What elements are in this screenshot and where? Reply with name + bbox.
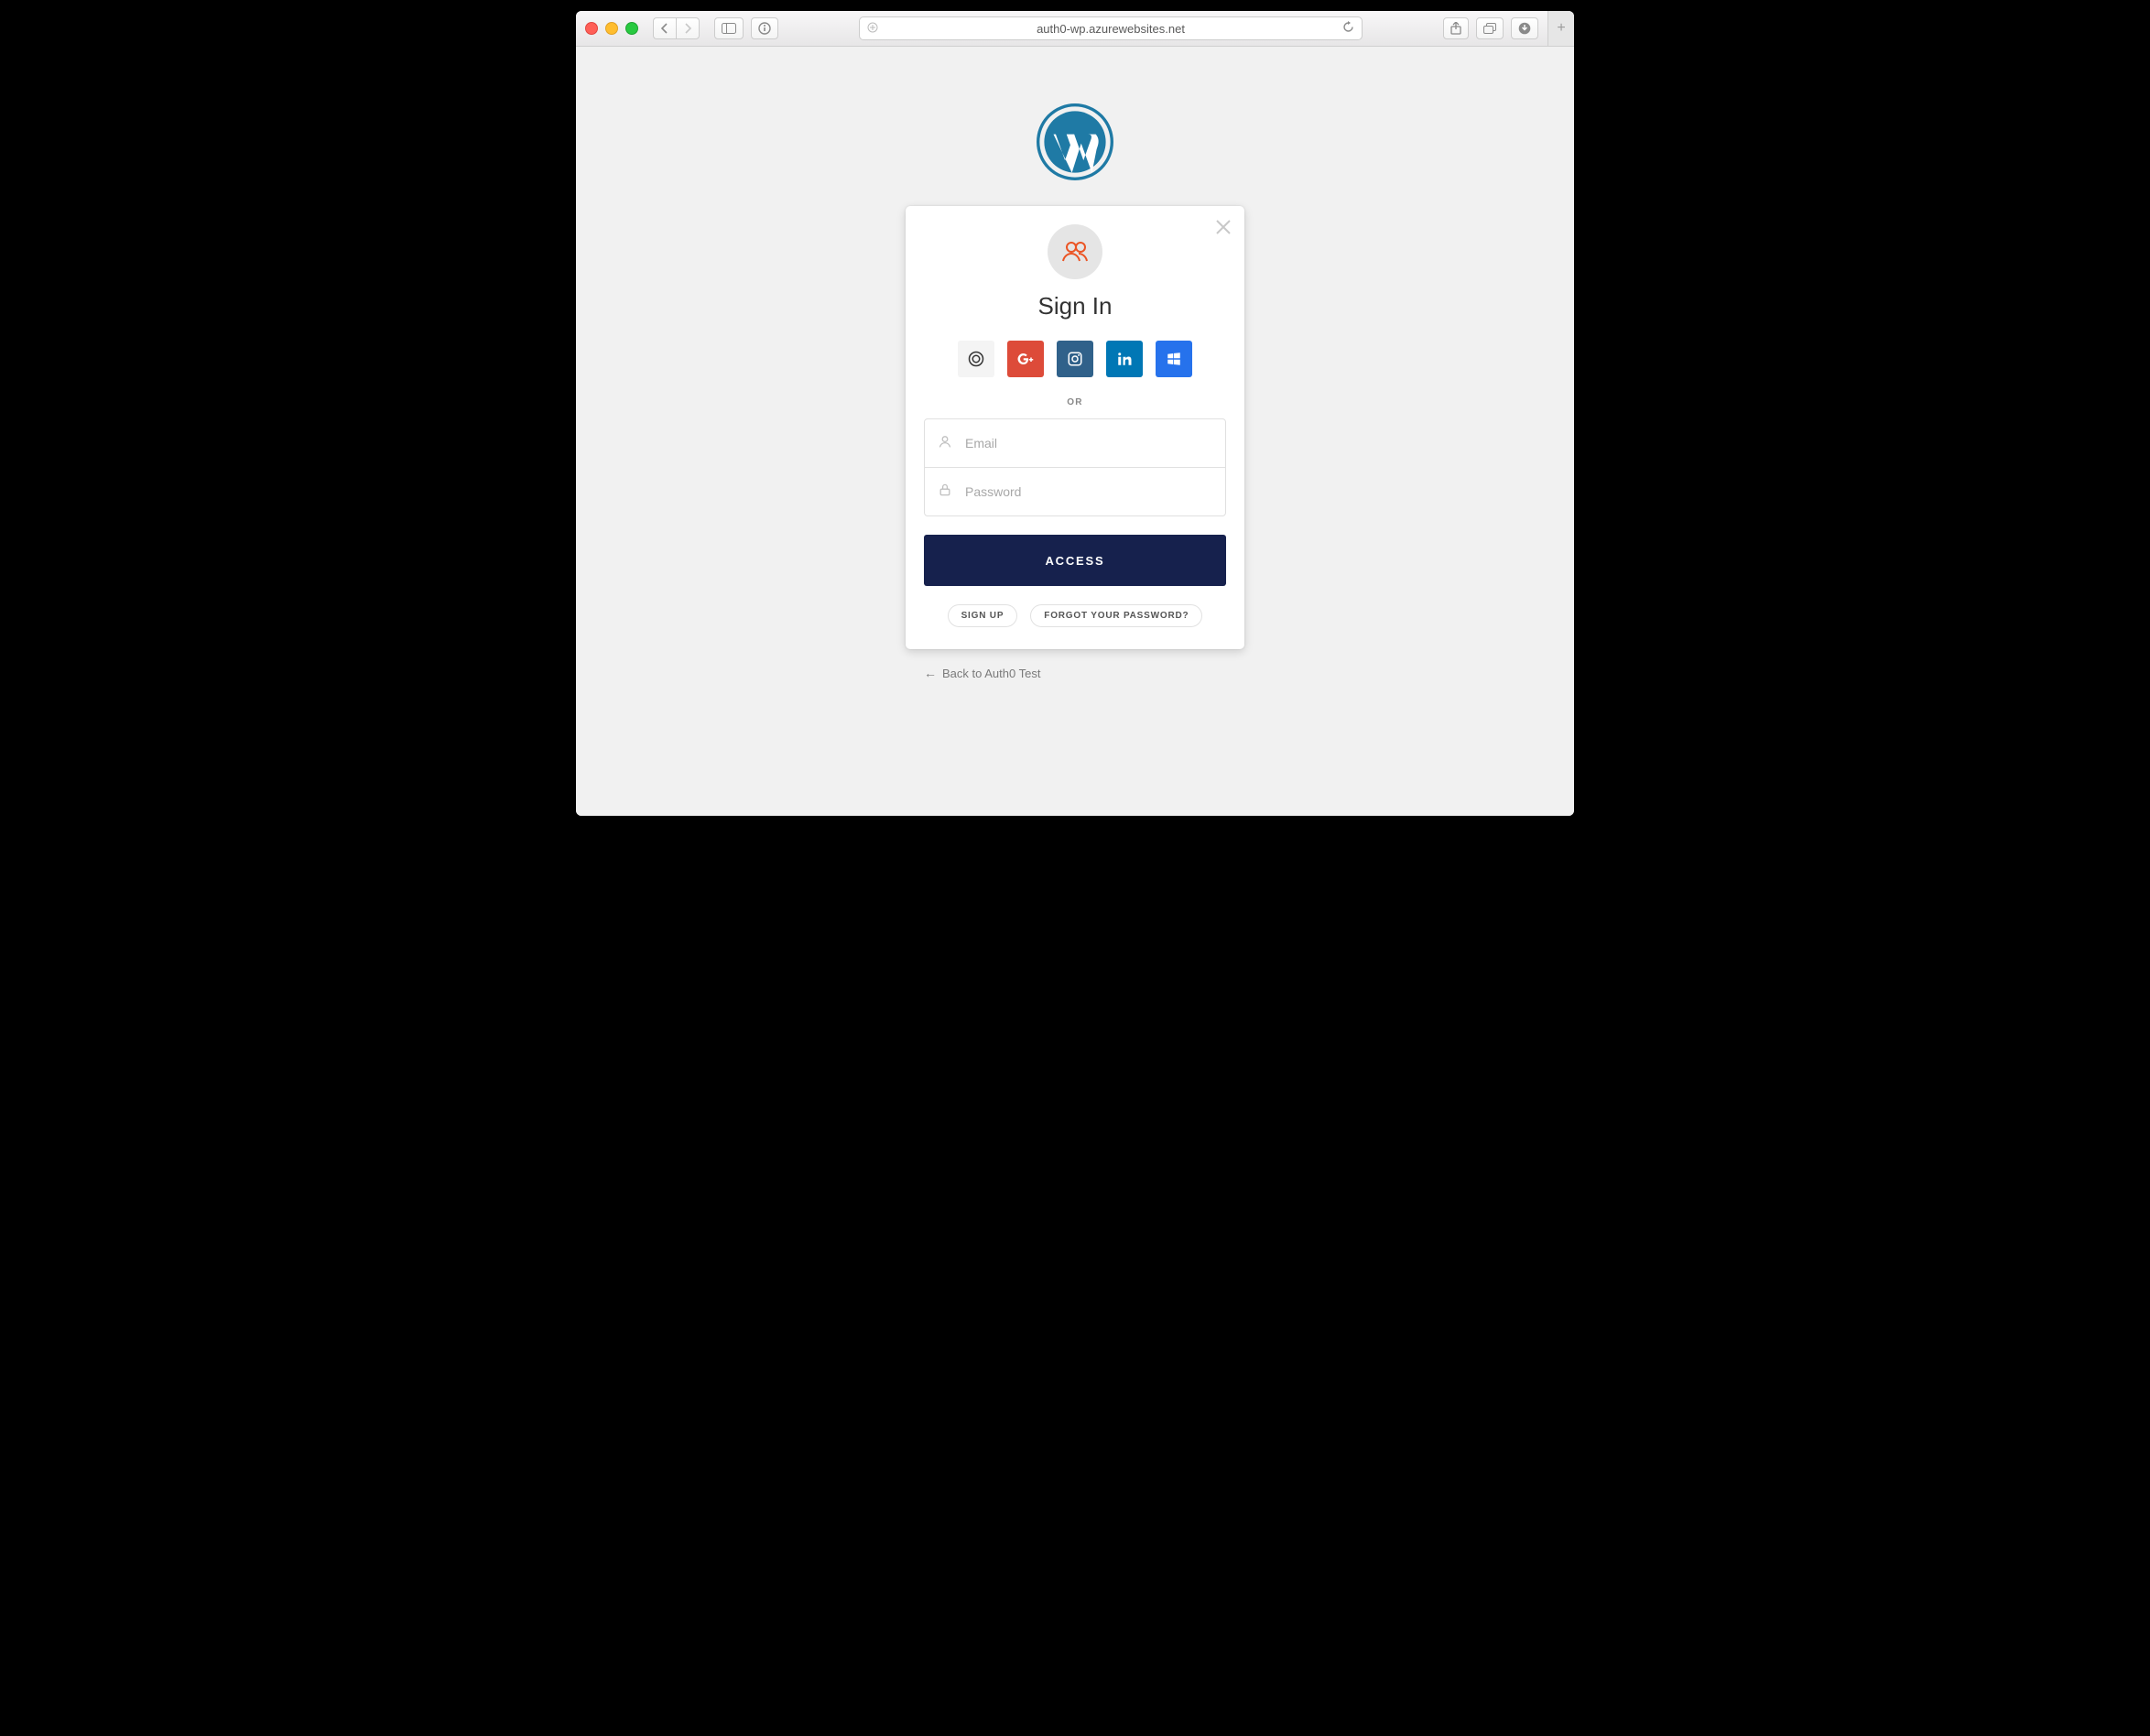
wordpress-logo-icon (1037, 103, 1113, 180)
forgot-password-button[interactable]: FORGOT YOUR PASSWORD? (1030, 604, 1202, 627)
browser-titlebar: auth0-wp.azurewebsites.net + (576, 11, 1574, 47)
submit-button[interactable]: ACCESS (924, 535, 1226, 586)
close-window-button[interactable] (585, 22, 598, 35)
email-input[interactable] (963, 435, 1212, 451)
login-linkedin-button[interactable] (1106, 341, 1143, 377)
window-controls (585, 22, 638, 35)
login-instagram-button[interactable] (1057, 341, 1093, 377)
divider-label: OR (924, 397, 1226, 407)
avatar-placeholder-icon (1048, 224, 1102, 279)
card-title: Sign In (924, 292, 1226, 320)
signup-button[interactable]: SIGN UP (948, 604, 1018, 627)
reload-icon[interactable] (1342, 21, 1354, 36)
sidebar-toggle-button[interactable] (714, 17, 744, 39)
email-field-row (925, 419, 1225, 467)
zoom-window-button[interactable] (625, 22, 638, 35)
lock-icon (938, 483, 952, 502)
safari-window: auth0-wp.azurewebsites.net + (576, 11, 1574, 816)
downloads-button[interactable] (1511, 17, 1538, 39)
address-bar-text: auth0-wp.azurewebsites.net (1037, 22, 1185, 36)
share-button[interactable] (1443, 17, 1469, 39)
nav-back-forward (653, 17, 700, 39)
user-icon (938, 434, 952, 453)
info-button[interactable] (751, 17, 778, 39)
back-to-site-link[interactable]: ← Back to Auth0 Test (924, 666, 1226, 680)
forward-button[interactable] (676, 17, 700, 39)
login-card: Sign In (906, 206, 1244, 649)
page-viewport: Sign In (576, 47, 1574, 816)
login-github-button[interactable] (958, 341, 994, 377)
login-google-plus-button[interactable] (1007, 341, 1044, 377)
reader-add-icon (867, 22, 878, 36)
back-button[interactable] (653, 17, 676, 39)
new-tab-button[interactable]: + (1547, 11, 1574, 46)
password-field-row (925, 467, 1225, 515)
password-input[interactable] (963, 483, 1212, 500)
address-bar[interactable]: auth0-wp.azurewebsites.net (859, 16, 1363, 40)
social-login-row (924, 341, 1226, 377)
back-link-label: Back to Auth0 Test (942, 667, 1040, 680)
minimize-window-button[interactable] (605, 22, 618, 35)
arrow-left-icon: ← (924, 666, 937, 680)
tabs-button[interactable] (1476, 17, 1504, 39)
login-windows-button[interactable] (1156, 341, 1192, 377)
close-icon[interactable] (1215, 219, 1232, 235)
credentials-fields (924, 418, 1226, 516)
secondary-actions: SIGN UP FORGOT YOUR PASSWORD? (924, 604, 1226, 627)
